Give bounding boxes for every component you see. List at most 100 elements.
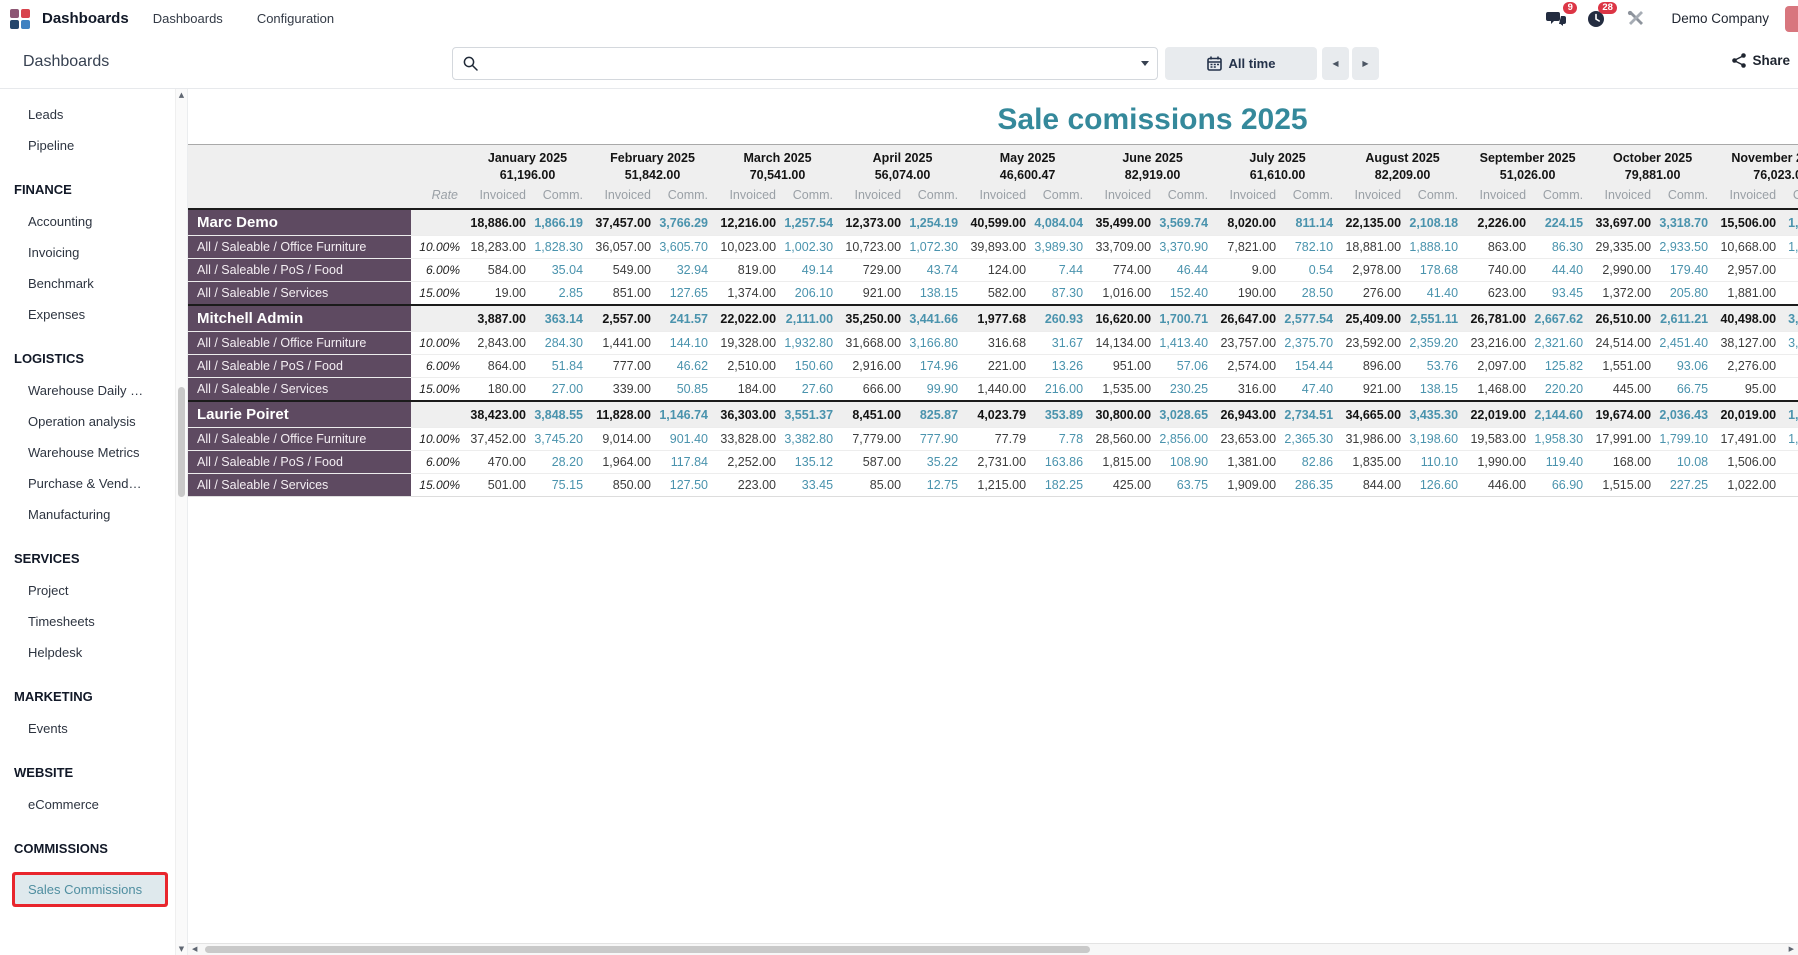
control-panel: Dashboards All time ◀ ▶ Share [0,37,1798,89]
comm-cell [1783,450,1798,474]
sidebar-item-operation-analysis[interactable]: Operation analysis [0,406,187,437]
breadcrumb[interactable]: Dashboards [23,53,109,71]
comm-cell: 75.15 [533,473,591,497]
sidebar-item-project[interactable]: Project [0,575,187,606]
invoiced-cell: 2,574.00 [1215,354,1284,378]
comm-cell: 1,958.30 [1533,427,1591,451]
invoiced-cell: 8,451.00 [840,400,909,428]
comm-cell: 782.10 [1283,235,1341,259]
search-input[interactable] [486,48,1141,79]
comm-cell: 3,166.80 [908,331,966,355]
sidebar-item-pipeline[interactable]: Pipeline [0,130,187,161]
comm-cell: 2,551.11 [1408,304,1466,332]
invoiced-cell: 18,881.00 [1340,235,1409,259]
sidebar-item-accounting[interactable]: Accounting [0,206,187,237]
invoiced-cell: 36,303.00 [715,400,784,428]
invoiced-cell: 2,097.00 [1465,354,1534,378]
invoiced-cell: 30,800.00 [1090,400,1159,428]
invoiced-cell: 37,452.00 [465,427,533,451]
invoiced-cell: 184.00 [715,377,784,401]
company-name[interactable]: Demo Company [1671,11,1769,26]
tools-button[interactable] [1621,6,1651,32]
month-header: May 2025 [965,144,1091,167]
sidebar-item-ecommerce[interactable]: eCommerce [0,789,187,820]
invoiced-cell: 2,990.00 [1590,258,1659,282]
rate-cell [411,304,465,332]
scroll-left-icon[interactable]: ◀ [192,945,197,953]
comm-cell: 353.89 [1033,400,1091,428]
sidebar-scrollbar[interactable]: ▲ ▼ [175,89,187,955]
menu-dashboards[interactable]: Dashboards [143,5,233,32]
invoiced-cell: 85.00 [840,473,909,497]
invoiced-column-header: Invoiced [1715,185,1784,209]
rate-cell: 15.00% [411,281,465,305]
sidebar-item-warehouse-daily[interactable]: Warehouse Daily … [0,375,187,406]
prev-period-button[interactable]: ◀ [1322,47,1349,80]
sidebar-item-leads[interactable]: Leads [0,99,187,130]
category-label: All / Saleable / Office Furniture [188,331,411,355]
sidebar-section-finance: FINANCE [14,182,72,197]
search-dropdown-toggle-icon[interactable] [1141,61,1149,66]
sidebar-item-events[interactable]: Events [0,713,187,744]
scroll-up-icon[interactable]: ▲ [176,91,187,99]
invoiced-cell: 36,057.00 [590,235,659,259]
invoiced-cell: 25,409.00 [1340,304,1409,332]
menu-configuration[interactable]: Configuration [247,5,344,32]
sidebar-item-purchase-vend[interactable]: Purchase & Vend… [0,468,187,499]
sidebar-item-benchmark[interactable]: Benchmark [0,268,187,299]
comm-column-header: Comm. [1158,185,1216,209]
comm-cell: 182.25 [1033,473,1091,497]
messages-button[interactable]: 9 [1541,1,1578,32]
app-name[interactable]: Dashboards [42,10,129,27]
comm-cell: 127.65 [658,281,716,305]
month-header: October 2025 [1590,144,1716,167]
sidebar-item-warehouse-metrics[interactable]: Warehouse Metrics [0,437,187,468]
sidebar-item-sales-commissions[interactable]: Sales Commissions [15,875,165,904]
scroll-down-icon[interactable]: ▼ [176,945,187,953]
comm-cell: 2,365.30 [1283,427,1341,451]
date-filter-button[interactable]: All time [1165,47,1317,80]
comm-cell: 3,551.37 [783,400,841,428]
invoiced-cell: 3,887.00 [465,304,533,332]
sidebar-item-manufacturing[interactable]: Manufacturing [0,499,187,530]
comm-cell: 82.86 [1283,450,1341,474]
sidebar-item-helpdesk[interactable]: Helpdesk [0,637,187,668]
horizontal-scrollbar[interactable]: ◀ ▶ [188,943,1798,955]
salesperson-name: Mitchell Admin [188,304,411,332]
share-button[interactable]: Share [1732,53,1790,68]
comm-cell: 152.40 [1158,281,1216,305]
comm-cell: 284.30 [533,331,591,355]
invoiced-cell: 26,943.00 [1215,400,1284,428]
invoiced-cell: 2,510.00 [715,354,784,378]
share-icon [1732,53,1747,68]
comm-cell: 1,257.54 [783,208,841,236]
activities-button[interactable]: 28 [1581,1,1618,32]
invoiced-cell: 18,886.00 [465,208,533,236]
sidebar-item-expenses[interactable]: Expenses [0,299,187,330]
invoiced-cell: 921.00 [1340,377,1409,401]
invoiced-cell: 951.00 [1090,354,1159,378]
month-total: 70,541.00 [715,167,841,185]
category-line-row: All / Saleable / Services 15.00% 501.00 75.… [188,473,1798,497]
comm-cell [1783,377,1798,401]
sidebar-item-timesheets[interactable]: Timesheets [0,606,187,637]
category-label: All / Saleable / PoS / Food [188,258,411,282]
invoiced-cell: 470.00 [465,450,533,474]
sidebar-scrollbar-thumb[interactable] [178,387,185,497]
month-header: July 2025 [1215,144,1341,167]
app-switcher-icon[interactable] [10,8,30,29]
invoiced-cell: 38,127.00 [1715,331,1784,355]
sidebar-item-invoicing[interactable]: Invoicing [0,237,187,268]
invoiced-cell: 35,250.00 [840,304,909,332]
invoiced-cell: 1,022.00 [1715,473,1784,497]
scroll-right-icon[interactable]: ▶ [1789,945,1794,953]
user-avatar[interactable] [1785,5,1798,32]
next-period-button[interactable]: ▶ [1352,47,1379,80]
horizontal-scrollbar-thumb[interactable] [205,946,1090,953]
comm-cell: 3,318.70 [1658,208,1716,236]
comm-cell: 63.75 [1158,473,1216,497]
comm-cell: 47.40 [1283,377,1341,401]
comm-cell: 0.54 [1283,258,1341,282]
invoiced-cell: 850.00 [590,473,659,497]
invoiced-cell: 38,423.00 [465,400,533,428]
